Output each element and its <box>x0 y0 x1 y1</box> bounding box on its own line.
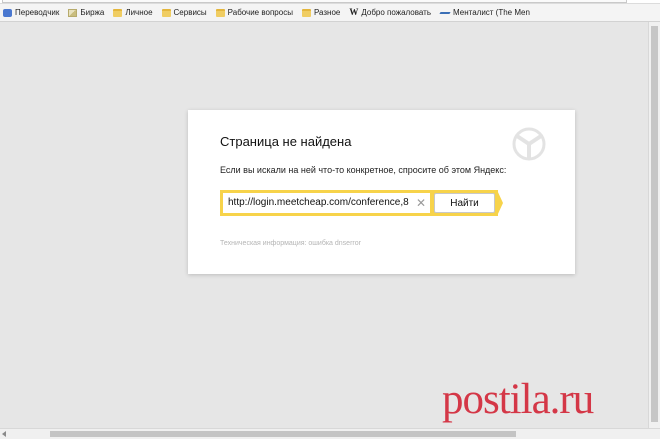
folder-icon <box>301 8 311 17</box>
bookmark-work-issues[interactable]: Рабочие вопросы <box>215 8 293 17</box>
horizontal-scrollbar[interactable] <box>0 428 660 439</box>
error-card: Страница не найдена Если вы искали на не… <box>188 110 575 274</box>
error-description: Если вы искали на ней что-то конкретное,… <box>220 165 507 175</box>
stock-icon <box>68 8 78 17</box>
bookmark-services[interactable]: Сервисы <box>161 8 207 17</box>
page-title: Страница не найдена <box>220 134 352 149</box>
bookmark-label: Биржа <box>80 8 105 17</box>
tech-info: Техническая информация: ошибка dnserror <box>220 240 361 247</box>
address-bar-bottom <box>2 0 627 3</box>
watermark: postila.ru <box>442 376 594 423</box>
search-button[interactable]: Найти <box>434 193 495 213</box>
bookmark-label: Добро пожаловать <box>361 8 431 17</box>
search-form-arrow <box>497 190 503 216</box>
bookmark-label: Рабочие вопросы <box>227 8 293 17</box>
scrollbar-thumb[interactable] <box>50 431 516 437</box>
bookmark-label: Переводчик <box>15 8 60 17</box>
bookmark-personal[interactable]: Личное <box>113 8 153 17</box>
folder-icon <box>113 8 123 17</box>
bookmark-misc[interactable]: Разное <box>301 8 341 17</box>
clear-icon[interactable]: ✕ <box>414 193 428 213</box>
bookmark-stock[interactable]: Биржа <box>68 8 104 17</box>
bookmark-label: Личное <box>125 8 153 17</box>
scrollbar-thumb[interactable] <box>651 26 658 422</box>
bookmark-label: Сервисы <box>173 8 207 17</box>
scroll-left-icon[interactable] <box>2 431 6 437</box>
folder-icon <box>161 8 171 17</box>
mentalist-icon <box>440 10 450 16</box>
wikipedia-icon: W <box>349 7 359 17</box>
translate-icon <box>3 8 12 17</box>
bookmark-welcome[interactable]: W Добро пожаловать <box>349 7 431 18</box>
bookmarks-bar: Переводчик Биржа Личное Сервисы Рабочие … <box>0 4 660 22</box>
browser-logo-icon <box>512 127 546 161</box>
bookmark-mentalist[interactable]: Менталист (The Men <box>440 8 530 17</box>
search-form: http://login.meetcheap.com/conference,8 … <box>220 190 498 216</box>
bookmark-label: Менталист (The Men <box>453 8 530 17</box>
bookmark-translator[interactable]: Переводчик <box>3 8 59 17</box>
bookmark-label: Разное <box>313 8 341 17</box>
search-input[interactable]: http://login.meetcheap.com/conference,8 <box>223 193 430 213</box>
folder-icon <box>215 8 225 17</box>
vertical-scrollbar[interactable] <box>648 22 660 428</box>
